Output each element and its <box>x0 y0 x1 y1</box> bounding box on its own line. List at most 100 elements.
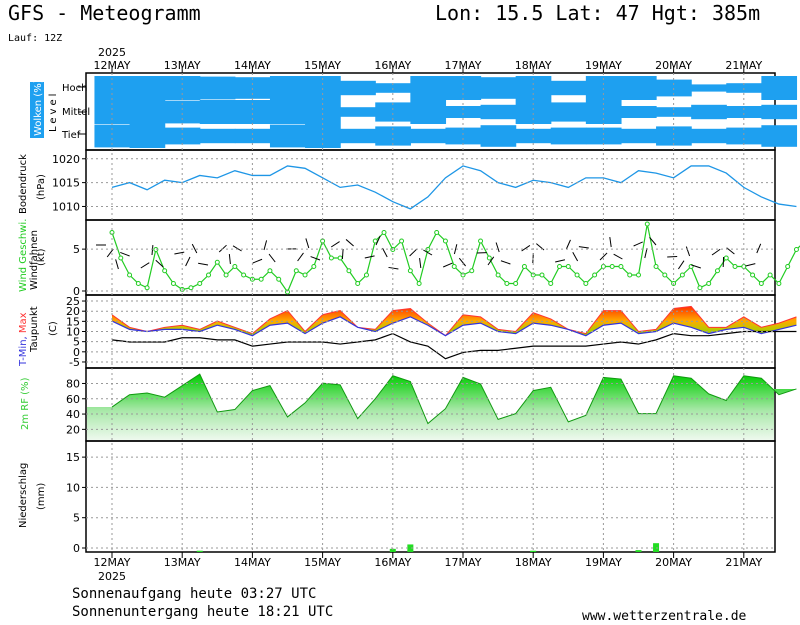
cloud-cell-mittel <box>445 106 482 118</box>
wind-speed-point <box>574 272 580 278</box>
cloud-cell-hoch <box>269 76 306 100</box>
rh-tick-label: 60 <box>66 393 80 406</box>
wind-barb-label: Windfahnen <box>29 230 40 290</box>
data-layer <box>87 74 800 552</box>
date-label-top: 15MAY <box>304 59 341 72</box>
wind-speed-point <box>241 272 247 278</box>
wind-speed-point <box>451 264 457 269</box>
rh-area <box>87 374 797 440</box>
cloud-cell-mittel <box>480 104 517 120</box>
wind-barb <box>644 248 648 259</box>
wind-speed-point <box>793 247 799 252</box>
wind-speed-point <box>469 268 475 274</box>
wind-speed-point <box>732 264 738 269</box>
wind-barb <box>115 259 119 270</box>
wind-speed-point <box>258 276 264 282</box>
wind-speed-point <box>565 264 571 269</box>
precip-tick-label: 0 <box>73 542 80 555</box>
wind-speed-point <box>346 268 352 274</box>
wind-barb <box>388 266 399 270</box>
cloud-cell-hoch <box>550 80 587 96</box>
wind-barb <box>495 242 500 253</box>
wind-speed-point <box>714 268 720 274</box>
date-label-top: 18MAY <box>515 59 552 72</box>
wind-tick-label: 5 <box>73 243 80 256</box>
pressure-tick-label: 1020 <box>52 153 80 166</box>
temp-title: T-Min, Max <box>18 312 29 367</box>
wind-speed-point <box>214 259 220 265</box>
wind-barb <box>500 260 511 265</box>
wind-barb <box>609 237 612 248</box>
cloud-cell-mittel <box>550 102 587 122</box>
wind-barb <box>140 262 150 269</box>
date-label-bottom: 16MAY <box>374 556 411 569</box>
cloud-cell-tief <box>234 128 271 144</box>
dewpoint-line <box>111 330 797 360</box>
year-label-top: 2025 <box>98 46 126 59</box>
date-label-bottom: 14MAY <box>234 556 271 569</box>
date-label-bottom: 19MAY <box>585 556 622 569</box>
wind-speed-point <box>337 255 343 261</box>
wind-speed-point <box>758 281 764 286</box>
sunrise-text: Sonnenaufgang heute 03:27 UTC <box>72 586 317 602</box>
wind-speed-point <box>557 264 563 269</box>
wind-barb <box>297 252 304 262</box>
date-label-top: 16MAY <box>374 59 411 72</box>
cloud-cell-tief <box>129 124 166 148</box>
cloud-cell-tief <box>515 128 552 144</box>
wind-speed-point <box>328 255 334 261</box>
cloud-cell-hoch <box>129 76 166 100</box>
wind-speed-point <box>170 281 176 286</box>
wind-speed-point <box>363 272 369 278</box>
pressure-tick-label: 1010 <box>52 200 80 213</box>
cloud-cell-mittel <box>620 106 657 118</box>
precip-bar <box>635 550 642 552</box>
cloud-level-tief: Tief <box>61 130 81 141</box>
cloud-cell-hoch <box>410 76 447 100</box>
wind-barb <box>409 248 418 257</box>
wind-barb <box>565 239 571 250</box>
precip-bar <box>196 550 203 552</box>
date-label-top: 14MAY <box>234 59 271 72</box>
wind-barb <box>228 254 231 265</box>
wind-speed-point <box>197 281 203 286</box>
wind-speed-point <box>478 238 484 244</box>
wind-speed-point <box>407 268 413 274</box>
wind-speed-point <box>232 264 238 269</box>
precip-tick-label: 15 <box>66 451 80 464</box>
wind-barb <box>364 255 375 259</box>
wind-speed-point <box>600 264 606 269</box>
wind-title: Wind Geschwi. <box>18 219 29 292</box>
date-label-top: 21MAY <box>725 59 762 72</box>
wind-speed-point <box>679 272 685 278</box>
cloud-cell-mittel <box>410 100 447 124</box>
wind-barb <box>191 243 198 254</box>
wind-speed-point <box>399 238 405 244</box>
wind-barb <box>120 251 130 257</box>
date-label-bottom: 20MAY <box>655 556 692 569</box>
rh-tick-label: 40 <box>66 408 80 421</box>
wind-speed-point <box>627 272 633 278</box>
wind-speed-point <box>644 221 650 227</box>
precip-unit: (mm) <box>36 483 47 510</box>
temp-range-area <box>112 306 797 336</box>
wind-speed-point <box>127 272 133 278</box>
wind-speed-point <box>188 285 194 291</box>
wind-barb <box>310 256 321 261</box>
cloud-cell-mittel <box>726 106 762 118</box>
wind-speed-point <box>223 272 229 278</box>
website-link[interactable]: www.wetterzentrale.de <box>582 609 746 624</box>
precip-tick-label: 10 <box>66 481 80 494</box>
cloud-cell-hoch <box>761 76 798 100</box>
wind-speed-point <box>697 285 703 291</box>
cloud-level-axis-label: Level <box>48 91 59 132</box>
wind-speed-point <box>162 268 168 274</box>
cloud-cell-tief <box>726 127 762 145</box>
cloud-cell-tief <box>164 127 201 145</box>
cloud-cell-mittel <box>129 100 166 124</box>
wind-speed-point <box>662 272 668 278</box>
wind-barb <box>330 241 340 248</box>
wind-speed-point <box>486 255 492 261</box>
wind-barb <box>268 253 276 263</box>
cloud-cell-hoch <box>691 84 727 92</box>
